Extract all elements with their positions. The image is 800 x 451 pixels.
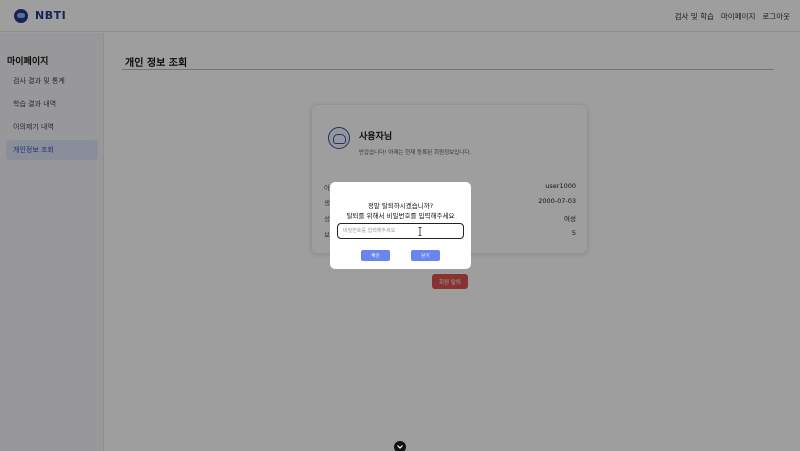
confirm-button[interactable]: 확인 — [361, 250, 390, 261]
chevron-down-icon — [397, 445, 403, 449]
scroll-down-button[interactable] — [394, 441, 406, 451]
modal-instruction: 탈퇴를 위해서 비밀번호를 입력해주세요 — [346, 212, 455, 220]
close-button[interactable]: 닫기 — [411, 250, 440, 261]
withdraw-confirm-modal: 정말 탈퇴하시겠습니까? 탈퇴를 위해서 비밀번호를 입력해주세요 확인 닫기 — [330, 182, 471, 269]
modal-question: 정말 탈퇴하시겠습니까? — [367, 202, 434, 210]
text-cursor-icon — [418, 227, 422, 236]
password-input[interactable] — [337, 223, 464, 239]
